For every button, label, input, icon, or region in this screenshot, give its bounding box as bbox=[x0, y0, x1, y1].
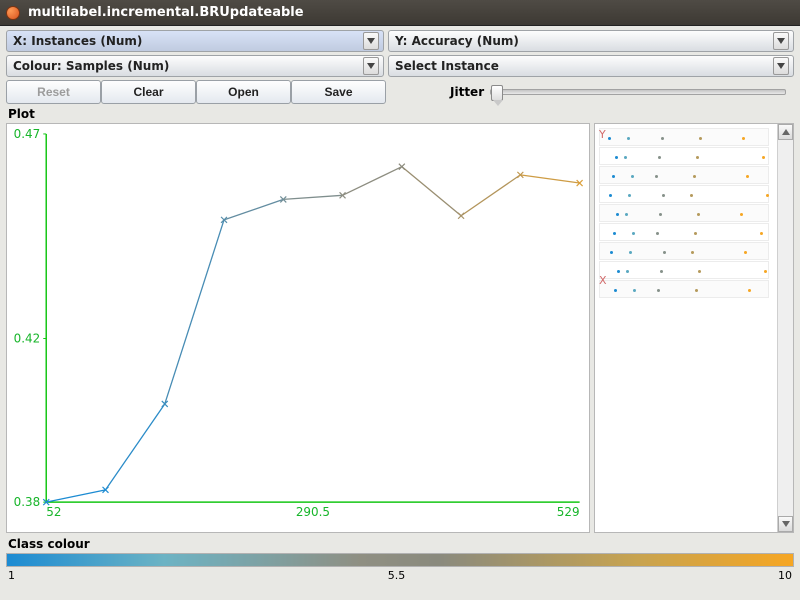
attribute-strip[interactable] bbox=[599, 185, 769, 203]
select-instance-label: Select Instance bbox=[395, 59, 769, 73]
plot-svg: 0.38 0.42 0.47 52 290.5 529 bbox=[7, 124, 589, 532]
close-icon[interactable] bbox=[6, 6, 20, 20]
chevron-down-icon[interactable] bbox=[773, 32, 789, 50]
open-button[interactable]: Open bbox=[196, 80, 291, 104]
y-axis-dropdown[interactable]: Y: Accuracy (Num) bbox=[388, 30, 794, 52]
attribute-strip[interactable] bbox=[599, 166, 769, 184]
jitter-label: Jitter bbox=[450, 85, 484, 99]
colour-max: 10 bbox=[778, 569, 792, 582]
clear-button[interactable]: Clear bbox=[101, 80, 196, 104]
slider-thumb[interactable] bbox=[491, 85, 503, 101]
jitter-slider[interactable] bbox=[490, 89, 786, 95]
svg-text:0.38: 0.38 bbox=[14, 495, 41, 509]
svg-text:0.42: 0.42 bbox=[14, 331, 41, 345]
x-axis-label: X: Instances (Num) bbox=[13, 34, 359, 48]
attribute-strip[interactable] bbox=[599, 204, 769, 222]
select-instance-dropdown[interactable]: Select Instance bbox=[388, 55, 794, 77]
attribute-strip[interactable] bbox=[599, 128, 769, 146]
plot-section-label: Plot bbox=[8, 107, 794, 121]
svg-text:0.47: 0.47 bbox=[14, 127, 41, 141]
chevron-down-icon[interactable] bbox=[363, 57, 379, 75]
svg-text:290.5: 290.5 bbox=[296, 505, 330, 519]
class-colour-label: Class colour bbox=[8, 537, 794, 551]
attribute-strip[interactable] bbox=[599, 223, 769, 241]
svg-text:529: 529 bbox=[557, 505, 580, 519]
reset-button[interactable]: Reset bbox=[6, 80, 101, 104]
attribute-strip[interactable] bbox=[599, 261, 769, 279]
attribute-strip-panel: YX bbox=[594, 123, 794, 533]
colour-dropdown[interactable]: Colour: Samples (Num) bbox=[6, 55, 384, 77]
x-axis-dropdown[interactable]: X: Instances (Num) bbox=[6, 30, 384, 52]
window-titlebar: multilabel.incremental.BRUpdateable bbox=[0, 0, 800, 26]
chevron-down-icon[interactable] bbox=[773, 57, 789, 75]
svg-text:52: 52 bbox=[46, 505, 61, 519]
attribute-strip[interactable] bbox=[599, 280, 769, 298]
side-x-label: X bbox=[599, 274, 607, 287]
button-row: Reset Clear Open Save bbox=[6, 80, 386, 104]
window-title: multilabel.incremental.BRUpdateable bbox=[28, 5, 304, 20]
colour-label: Colour: Samples (Num) bbox=[13, 59, 359, 73]
class-colour-gradient bbox=[6, 553, 794, 567]
save-button[interactable]: Save bbox=[291, 80, 386, 104]
attribute-strip[interactable] bbox=[599, 147, 769, 165]
plot-canvas[interactable]: 0.38 0.42 0.47 52 290.5 529 bbox=[6, 123, 590, 533]
scrollbar[interactable] bbox=[777, 124, 793, 532]
scroll-up-icon[interactable] bbox=[778, 124, 793, 140]
jitter-control: Jitter bbox=[390, 80, 794, 104]
scroll-down-icon[interactable] bbox=[778, 516, 793, 532]
side-y-label: Y bbox=[599, 128, 606, 141]
colour-mid: 5.5 bbox=[388, 569, 406, 582]
class-colour-ticks: 1 5.5 10 bbox=[6, 569, 794, 582]
colour-min: 1 bbox=[8, 569, 15, 582]
attribute-strip[interactable] bbox=[599, 242, 769, 260]
scrollbar-track[interactable] bbox=[778, 140, 793, 516]
y-axis-label: Y: Accuracy (Num) bbox=[395, 34, 769, 48]
chevron-down-icon[interactable] bbox=[363, 32, 379, 50]
